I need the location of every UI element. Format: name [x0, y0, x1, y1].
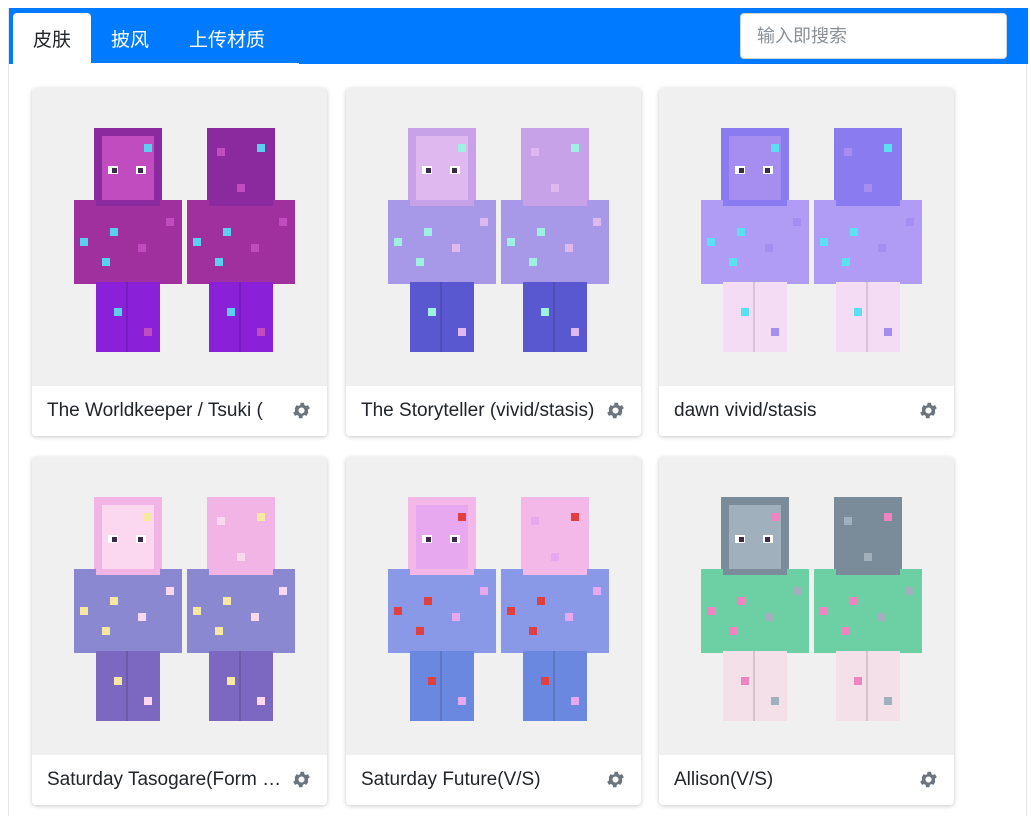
skin-model-image — [388, 497, 609, 721]
gear-icon[interactable] — [291, 769, 312, 790]
skin-name: The Worldkeeper / Tsuki ( — [47, 400, 263, 421]
tab-capes[interactable]: 披风 — [91, 13, 169, 64]
skin-library-panel: 皮肤 披风 上传材质 The Worldkeeper / Tsuki ( The … — [8, 8, 1028, 816]
gear-icon[interactable] — [291, 400, 312, 421]
skin-model-image — [701, 497, 922, 721]
skin-model-image — [74, 128, 295, 352]
skin-preview[interactable] — [346, 88, 641, 386]
skin-model-image — [74, 497, 295, 721]
card-footer: Allison(V/S) — [659, 755, 954, 805]
skin-preview[interactable] — [346, 457, 641, 755]
tab-list: 皮肤 披风 上传材质 — [13, 13, 285, 64]
gear-icon[interactable] — [605, 400, 626, 421]
skin-name: Allison(V/S) — [674, 769, 774, 790]
tab-underline — [13, 63, 299, 64]
skin-name: dawn vivid/stasis — [674, 400, 817, 421]
gear-icon[interactable] — [918, 769, 939, 790]
skin-preview[interactable] — [659, 88, 954, 386]
skin-preview[interactable] — [32, 457, 327, 755]
skin-model-image — [388, 128, 609, 352]
skin-name: Saturday Future(V/S) — [361, 769, 541, 790]
skin-card: Saturday Future(V/S) — [346, 457, 641, 805]
skin-preview[interactable] — [32, 88, 327, 386]
skin-card: Saturday Tasogare(Form change) — [32, 457, 327, 805]
top-nav-bar: 皮肤 披风 上传材质 — [9, 8, 1028, 64]
card-footer: Saturday Tasogare(Form change) — [32, 755, 327, 805]
gear-icon[interactable] — [918, 400, 939, 421]
skin-card: The Storyteller (vivid/stasis) — [346, 88, 641, 436]
tab-upload-texture[interactable]: 上传材质 — [169, 13, 285, 64]
skin-card: dawn vivid/stasis — [659, 88, 954, 436]
card-footer: The Storyteller (vivid/stasis) — [346, 386, 641, 436]
card-footer: The Worldkeeper / Tsuki ( — [32, 386, 327, 436]
skin-model-image — [701, 128, 922, 352]
tab-skins[interactable]: 皮肤 — [13, 13, 92, 64]
skin-preview[interactable] — [659, 457, 954, 755]
card-footer: dawn vivid/stasis — [659, 386, 954, 436]
skin-name: The Storyteller (vivid/stasis) — [361, 400, 595, 421]
skin-name: Saturday Tasogare(Form change) — [47, 769, 290, 790]
skin-card: The Worldkeeper / Tsuki ( — [32, 88, 327, 436]
gear-icon[interactable] — [605, 769, 626, 790]
card-footer: Saturday Future(V/S) — [346, 755, 641, 805]
search-input[interactable] — [740, 13, 1007, 59]
skin-card: Allison(V/S) — [659, 457, 954, 805]
